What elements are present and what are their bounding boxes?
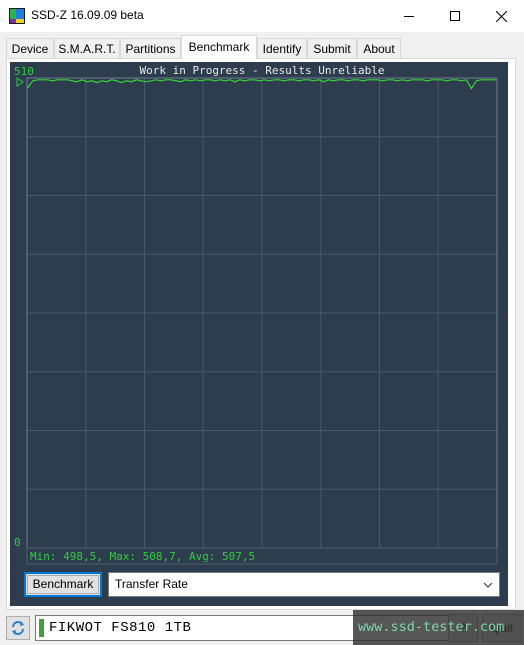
- window-title: SSD-Z 16.09.09 beta: [31, 8, 144, 22]
- watermark-text: www.ssd-tester.com: [358, 619, 505, 635]
- app-icon: [9, 8, 25, 24]
- tab-about[interactable]: About: [357, 38, 401, 58]
- stats-text: Min: 498,5, Max: 508,7, Avg: 507,5: [30, 550, 255, 563]
- maximize-button[interactable]: [432, 0, 478, 32]
- tab-identify[interactable]: Identify: [257, 38, 307, 58]
- title-bar: SSD-Z 16.09.09 beta: [0, 0, 524, 32]
- close-icon: [495, 10, 507, 22]
- minimize-button[interactable]: [386, 0, 432, 32]
- run-benchmark-button[interactable]: Benchmark: [24, 572, 102, 597]
- tab-device[interactable]: Device: [6, 38, 54, 58]
- maximize-icon: [450, 11, 460, 21]
- chevron-down-icon: [483, 582, 493, 588]
- tab-submit[interactable]: Submit: [307, 38, 357, 58]
- benchmark-mode-select[interactable]: Transfer Rate: [108, 572, 500, 597]
- chart-title: Work in Progress - Results Unreliable: [139, 64, 384, 77]
- benchmark-chart: 510 0 Work in Progress - Results Unrelia…: [14, 64, 498, 565]
- y-axis-marker-icon: [16, 77, 24, 87]
- tab-benchmark[interactable]: Benchmark: [181, 35, 257, 59]
- drive-name: FIKWOT FS810 1TB: [49, 620, 192, 636]
- y-tick-label-bottom: 0: [14, 536, 21, 549]
- tab-smart[interactable]: S.M.A.R.T.: [54, 38, 120, 58]
- watermark-overlay: www.ssd-tester.com: [353, 610, 524, 645]
- benchmark-mode-value: Transfer Rate: [115, 577, 188, 591]
- run-benchmark-label: Benchmark: [32, 577, 94, 591]
- refresh-icon: [12, 621, 24, 635]
- y-tick-label-top: 510: [14, 65, 34, 78]
- refresh-button[interactable]: [6, 616, 30, 640]
- tab-partitions[interactable]: Partitions: [120, 38, 181, 58]
- minimize-icon: [404, 16, 414, 17]
- drive-status-led: [39, 619, 44, 637]
- chart-grid: [27, 78, 497, 548]
- close-button[interactable]: [478, 0, 524, 32]
